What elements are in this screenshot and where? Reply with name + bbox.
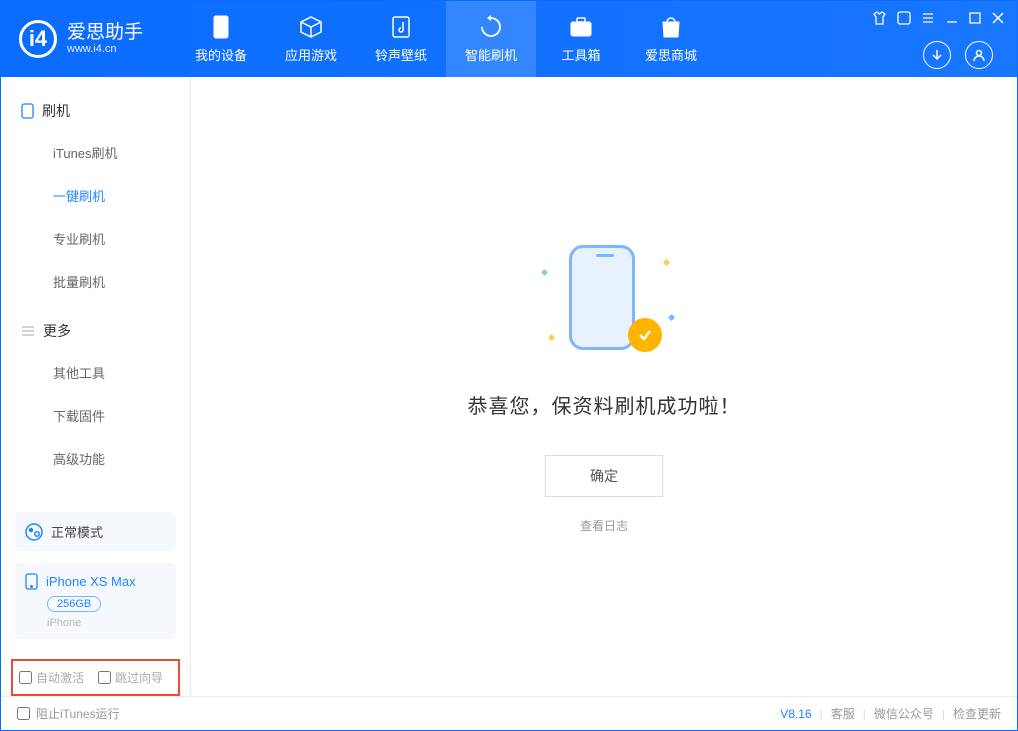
menu-icon[interactable]: [921, 11, 935, 25]
update-link[interactable]: 检查更新: [953, 705, 1001, 722]
bag-icon: [659, 15, 683, 39]
sidebar-item-itunes[interactable]: iTunes刷机: [1, 131, 190, 174]
header-actions: [923, 41, 993, 69]
wechat-link[interactable]: 微信公众号: [874, 705, 934, 722]
nav-flash[interactable]: 智能刷机: [446, 1, 536, 77]
header: i4 爱思助手 www.i4.cn 我的设备 应用游戏 铃声壁纸 智能刷机 工具…: [1, 1, 1017, 77]
skip-guide-checkbox[interactable]: 跳过向导: [98, 669, 163, 686]
logo: i4 爱思助手 www.i4.cn: [1, 1, 161, 77]
brand-url: www.i4.cn: [67, 43, 143, 55]
service-link[interactable]: 客服: [831, 705, 855, 722]
auto-activate-checkbox[interactable]: 自动激活: [19, 669, 84, 686]
view-log-link[interactable]: 查看日志: [580, 517, 628, 534]
block-itunes-checkbox[interactable]: 阻止iTunes运行: [17, 705, 120, 722]
device-icon: [21, 103, 34, 119]
sidebar-group-more[interactable]: 更多: [1, 311, 190, 351]
version-label: V8.16: [780, 707, 811, 721]
minimize-icon[interactable]: [945, 11, 959, 25]
success-illustration: [534, 240, 674, 360]
device-name: iPhone XS Max: [46, 574, 136, 589]
footer: 阻止iTunes运行 V8.16 | 客服 | 微信公众号 | 检查更新: [1, 696, 1017, 730]
device-box[interactable]: iPhone XS Max 256GB iPhone: [15, 563, 176, 639]
sidebar-group-flash[interactable]: 刷机: [1, 91, 190, 131]
nav-device[interactable]: 我的设备: [176, 1, 266, 77]
device-type: iPhone: [47, 617, 166, 629]
nav-apps[interactable]: 应用游戏: [266, 1, 356, 77]
sidebar-item-firmware[interactable]: 下载固件: [1, 394, 190, 437]
tshirt-icon[interactable]: [872, 11, 887, 25]
sidebar-item-other[interactable]: 其他工具: [1, 351, 190, 394]
sidebar-item-batch[interactable]: 批量刷机: [1, 260, 190, 303]
list-icon: [21, 325, 35, 337]
music-icon: [389, 15, 413, 39]
mode-icon: [25, 523, 43, 541]
user-button[interactable]: [965, 41, 993, 69]
mode-indicator[interactable]: 正常模式: [15, 512, 176, 551]
sidebar-item-pro[interactable]: 专业刷机: [1, 217, 190, 260]
options-row: 自动激活 跳过向导: [11, 659, 180, 696]
cube-icon: [299, 15, 323, 39]
success-message: 恭喜您，保资料刷机成功啦！: [468, 390, 741, 419]
ok-button[interactable]: 确定: [545, 455, 663, 497]
check-badge-icon: [628, 318, 662, 352]
briefcase-icon: [569, 15, 593, 39]
phone-small-icon: [25, 573, 38, 590]
sidebar-item-advanced[interactable]: 高级功能: [1, 437, 190, 480]
main-content: 恭喜您，保资料刷机成功啦！ 确定 查看日志: [191, 77, 1017, 696]
maximize-icon[interactable]: [969, 12, 981, 24]
refresh-icon: [479, 15, 503, 39]
brand-name: 爱思助手: [67, 23, 143, 44]
nav: 我的设备 应用游戏 铃声壁纸 智能刷机 工具箱 爱思商城: [176, 1, 716, 77]
phone-icon: [209, 15, 233, 39]
nav-store[interactable]: 爱思商城: [626, 1, 716, 77]
sidebar: 刷机 iTunes刷机 一键刷机 专业刷机 批量刷机 更多 其他工具 下载固件 …: [1, 77, 191, 696]
nav-tools[interactable]: 工具箱: [536, 1, 626, 77]
logo-icon: i4: [19, 20, 57, 58]
close-icon[interactable]: [991, 11, 1005, 25]
nav-ring[interactable]: 铃声壁纸: [356, 1, 446, 77]
download-button[interactable]: [923, 41, 951, 69]
sidebar-item-onekey[interactable]: 一键刷机: [1, 174, 190, 217]
window-controls: [872, 11, 1005, 25]
device-capacity: 256GB: [47, 596, 101, 612]
feedback-icon[interactable]: [897, 11, 911, 25]
